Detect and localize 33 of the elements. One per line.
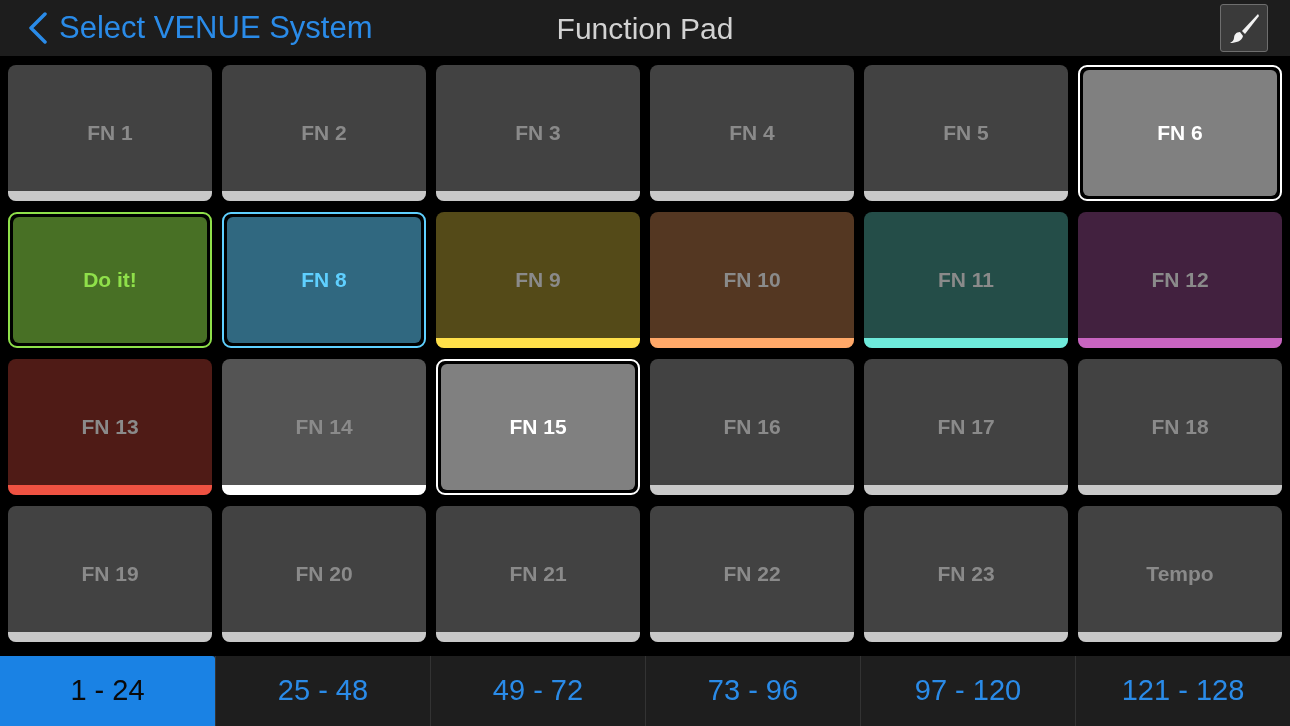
function-pad[interactable]: FN 13	[8, 359, 212, 495]
function-pad[interactable]: FN 1	[8, 65, 212, 201]
bank-tab[interactable]: 97 - 120	[860, 656, 1075, 726]
function-pad[interactable]: FN 2	[222, 65, 426, 201]
function-pad[interactable]: FN 22	[650, 506, 854, 642]
function-pad[interactable]: FN 3	[436, 65, 640, 201]
function-pad[interactable]: Do it!	[8, 212, 212, 348]
back-button[interactable]: Select VENUE System	[27, 4, 373, 52]
function-pad[interactable]: FN 23	[864, 506, 1068, 642]
bank-tab[interactable]: 73 - 96	[645, 656, 860, 726]
bank-tab[interactable]: 49 - 72	[430, 656, 645, 726]
chevron-left-icon	[27, 12, 47, 44]
function-pad[interactable]: FN 16	[650, 359, 854, 495]
function-pad[interactable]: FN 12	[1078, 212, 1282, 348]
bank-tab[interactable]: 1 - 24	[0, 656, 215, 726]
function-pad[interactable]: FN 6	[1078, 65, 1282, 201]
function-pad[interactable]: FN 21	[436, 506, 640, 642]
function-pad[interactable]: FN 5	[864, 65, 1068, 201]
function-pad[interactable]: FN 17	[864, 359, 1068, 495]
paintbrush-button[interactable]	[1220, 4, 1268, 52]
function-pad[interactable]: FN 11	[864, 212, 1068, 348]
function-pad[interactable]: Tempo	[1078, 506, 1282, 642]
function-pad[interactable]: FN 15	[436, 359, 640, 495]
function-pad[interactable]: FN 19	[8, 506, 212, 642]
window-title: Function Pad	[556, 10, 734, 47]
bank-tab[interactable]: 25 - 48	[215, 656, 430, 726]
bank-tab[interactable]: 121 - 128	[1075, 656, 1290, 726]
function-pad[interactable]: FN 10	[650, 212, 854, 348]
function-pad[interactable]: FN 20	[222, 506, 426, 642]
function-pad[interactable]: FN 8	[222, 212, 426, 348]
function-pad[interactable]: FN 4	[650, 65, 854, 201]
function-pad[interactable]: FN 18	[1078, 359, 1282, 495]
function-pad[interactable]: FN 9	[436, 212, 640, 348]
